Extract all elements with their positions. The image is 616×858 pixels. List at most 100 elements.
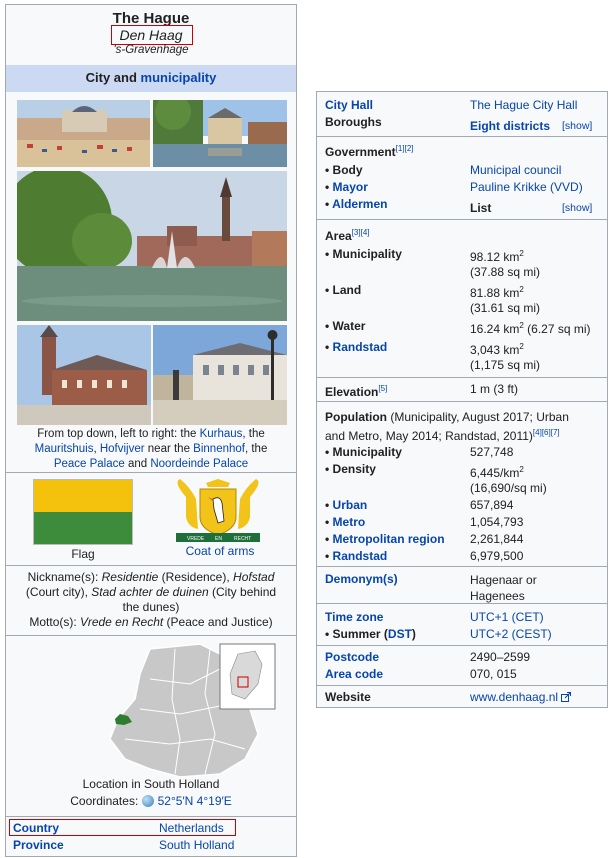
website-value: www.denhaag.nl — [470, 690, 572, 705]
value-text: 3,043 km — [470, 343, 520, 357]
external-link-icon[interactable] — [561, 691, 572, 705]
kurhaus-link[interactable]: Kurhaus — [200, 428, 243, 440]
government-header: Government[1][2] — [325, 144, 414, 160]
motto-gloss: (Peace and Justice) — [163, 615, 273, 629]
coordinates-link[interactable]: 52°5′N 4°19′E — [158, 794, 232, 808]
caption-text: , the — [244, 443, 268, 455]
binnenhof-link[interactable]: Binnenhof — [193, 443, 245, 455]
municipality-link[interactable]: municipality — [141, 70, 217, 85]
bullet: • — [325, 445, 330, 459]
boroughs-show-toggle[interactable]: [show] — [562, 120, 592, 132]
mayor-label[interactable]: Mayor — [333, 180, 368, 194]
areacode-label[interactable]: Area code — [325, 667, 383, 681]
website-link[interactable]: www.denhaag.nl — [470, 690, 558, 704]
bullet: • — [325, 247, 330, 261]
aldermen-label[interactable]: Aldermen — [332, 197, 387, 211]
summer-value[interactable]: UTC+2 (CEST) — [470, 627, 552, 641]
postcode-label[interactable]: Postcode — [325, 650, 379, 664]
kurhaus-photo[interactable] — [17, 100, 150, 167]
ref-link[interactable]: [6] — [542, 428, 551, 437]
city-hall-label[interactable]: City Hall — [325, 98, 373, 112]
land-value: 81.88 km2 (31.61 sq mi) — [470, 286, 540, 316]
aldermen-value: List — [470, 201, 492, 215]
label-text: Land — [332, 283, 362, 297]
noordeinde-palace-link[interactable]: Noordeinde Palace — [150, 458, 248, 470]
peace-palace-link[interactable]: Peace Palace — [54, 458, 125, 470]
province-value[interactable]: South Holland — [159, 838, 234, 852]
ref-link[interactable]: [4] — [361, 228, 370, 237]
hofvijver-link[interactable]: Hofvijver — [100, 443, 145, 455]
body-label: Body — [332, 163, 363, 177]
ref-link[interactable]: [4] — [533, 428, 542, 437]
other-name: 's-Gravenhage — [113, 44, 189, 56]
noordeinde-palace-photo[interactable] — [153, 325, 287, 425]
divider — [317, 685, 607, 686]
area-municipality-value: 98.12 km2 (37.88 sq mi) — [470, 250, 540, 280]
flag-image[interactable] — [33, 479, 133, 545]
ref-link[interactable]: [7] — [551, 428, 560, 437]
mauritshuis-photo[interactable] — [153, 100, 287, 167]
caption-text: and — [124, 458, 151, 470]
mauritshuis-link[interactable]: Mauritshuis — [35, 443, 94, 455]
city-hall-value[interactable]: The Hague City Hall — [470, 98, 577, 112]
country-label[interactable]: Country — [13, 821, 59, 835]
ref-link[interactable]: [3] — [352, 228, 361, 237]
globe-icon[interactable] — [141, 795, 154, 807]
label-text: Summer ( — [332, 627, 388, 641]
randstad-link[interactable]: Randstad — [333, 340, 388, 354]
population-label: Population — [325, 410, 387, 424]
hofvijver-photo[interactable] — [17, 171, 287, 321]
value-text: 16.24 km — [470, 322, 520, 336]
water-label: • Water — [325, 319, 365, 333]
randstad-pop-label: • Randstad — [325, 549, 387, 563]
body-value[interactable]: Municipal council — [470, 163, 561, 177]
bullet: • — [325, 532, 330, 546]
country-value[interactable]: Netherlands — [159, 821, 224, 835]
boroughs-label: Boroughs — [325, 115, 382, 129]
motto-value: Vrede en Recht — [80, 615, 164, 629]
postcode-value: 2490–2599 — [470, 650, 531, 664]
coat-of-arms-image[interactable]: VREDE EN RECHT — [168, 477, 268, 543]
ref-link[interactable]: [2] — [405, 144, 414, 153]
divider — [6, 565, 296, 566]
divider — [317, 377, 607, 378]
caption-text: near the — [144, 443, 194, 455]
randstad-link[interactable]: Randstad — [333, 549, 388, 563]
metro-value: 1,054,793 — [470, 515, 524, 529]
pop-municipality-label: • Municipality — [325, 445, 402, 459]
peace-palace-photo[interactable] — [17, 325, 151, 425]
website-label: Website — [325, 690, 371, 704]
ref-link[interactable]: [5] — [378, 384, 387, 393]
bullet: • — [325, 627, 330, 641]
location-map[interactable] — [80, 639, 280, 779]
coat-of-arms-link[interactable]: Coat of arms — [168, 544, 272, 558]
metro-region-link[interactable]: Metropolitan region — [333, 532, 445, 546]
demonym-label[interactable]: Demonym(s) — [325, 572, 398, 586]
province-label[interactable]: Province — [13, 838, 64, 852]
boroughs-value[interactable]: Eight districts — [470, 119, 550, 133]
aldermen-show-toggle[interactable]: [show] — [562, 202, 592, 214]
metro-label: • Metro — [325, 515, 365, 529]
section-header: City and municipality — [6, 65, 296, 92]
nickname-value: Hofstad — [233, 570, 275, 584]
elevation-value: 1 m (3 ft) — [470, 382, 519, 396]
timezone-value[interactable]: UTC+1 (CET) — [470, 610, 544, 624]
label-text: Density — [332, 462, 376, 476]
label-text: Water — [332, 319, 366, 333]
ref-link[interactable]: [1] — [396, 144, 405, 153]
divider — [317, 566, 607, 567]
aldermen-row-label: • Aldermen — [325, 197, 387, 211]
motto-label: Motto(s): — [29, 615, 81, 629]
elevation-label: Elevation — [325, 385, 379, 399]
population-header: Population (Municipality, August 2017; U… — [325, 408, 569, 446]
urban-link[interactable]: Urban — [333, 498, 368, 512]
coat-scroll-text: RECHT — [234, 536, 251, 542]
caption-text: , the — [242, 428, 265, 440]
area-municipality-label: • Municipality — [325, 247, 402, 261]
timezone-label[interactable]: Time zone — [325, 610, 383, 624]
metro-link[interactable]: Metro — [333, 515, 366, 529]
density-label: • Density — [325, 462, 376, 476]
divider — [317, 136, 607, 137]
dst-link[interactable]: DST — [388, 627, 412, 641]
mayor-value[interactable]: Pauline Krikke (VVD) — [470, 180, 583, 194]
